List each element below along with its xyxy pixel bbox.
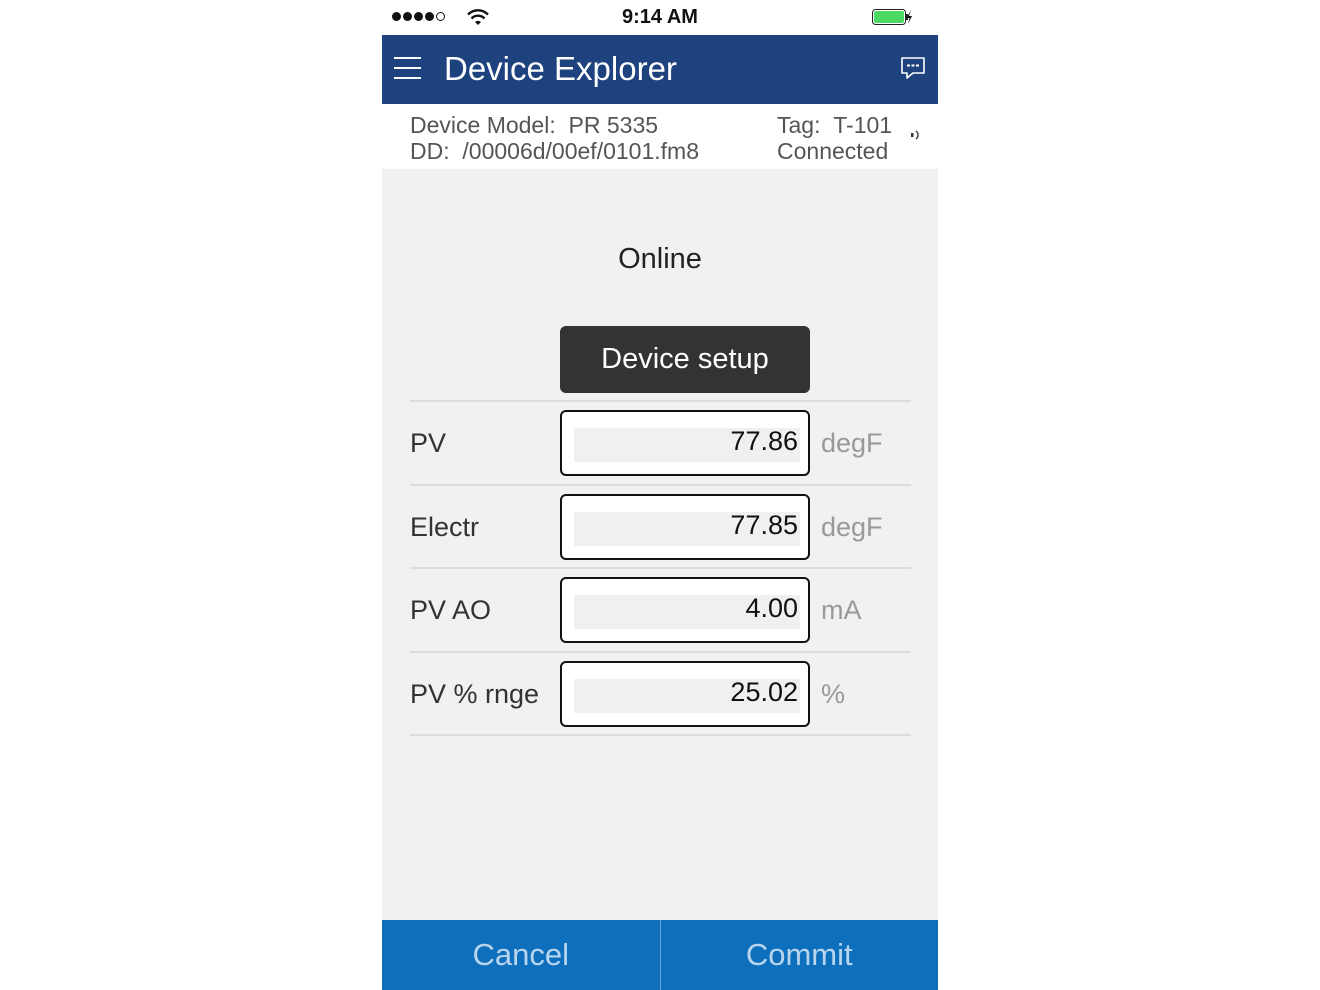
page-title: Device Explorer <box>444 50 677 87</box>
battery-charging-icon <box>872 9 912 25</box>
phone-screen: 9:14 AM Device Explorer Device Model: PR… <box>382 0 938 990</box>
device-model-label: Device Model: <box>410 112 556 138</box>
navigation-bar: Device Explorer <box>382 35 938 104</box>
pv-range-value-field[interactable]: 25.02 <box>560 661 810 727</box>
speaker-icon <box>911 130 919 140</box>
row-label-pv-range: PV % rnge <box>410 679 540 709</box>
device-model-value: PR 5335 <box>568 112 659 138</box>
tag-label: Tag: <box>777 112 821 138</box>
commit-button[interactable]: Commit <box>661 920 939 990</box>
electr-value-field[interactable]: 77.85 <box>560 494 810 560</box>
chat-bubble-icon[interactable] <box>900 55 926 81</box>
electr-unit: degF <box>821 512 883 542</box>
device-info-header: Device Model: PR 5335 DD: /00006d/00ef/0… <box>382 104 938 169</box>
dd-label: DD: <box>410 138 450 164</box>
divider <box>410 484 911 486</box>
row-label-electr: Electr <box>410 512 480 542</box>
divider <box>410 567 911 569</box>
tag-line: Tag: T-101 <box>777 112 892 139</box>
dd-value: /00006d/00ef/0101.fm8 <box>462 138 699 164</box>
pv-range-unit: % <box>821 679 846 709</box>
hamburger-menu-icon[interactable] <box>394 57 421 81</box>
tag-value: T-101 <box>833 112 893 138</box>
pv-ao-value-field[interactable]: 4.00 <box>560 577 810 643</box>
row-label-pv-ao: PV AO <box>410 595 492 625</box>
device-model-line: Device Model: PR 5335 <box>410 112 658 139</box>
status-bar: 9:14 AM <box>382 0 938 35</box>
row-label-pv: PV <box>410 428 447 458</box>
pv-range-value: 25.02 <box>730 677 798 707</box>
status-time: 9:14 AM <box>622 6 698 28</box>
pv-value-field[interactable]: 77.86 <box>560 410 810 476</box>
divider <box>410 651 911 653</box>
pv-value: 77.86 <box>730 426 798 456</box>
pv-unit: degF <box>821 428 883 458</box>
bottom-action-bar: Cancel Commit <box>382 920 938 990</box>
cancel-button[interactable]: Cancel <box>382 920 660 990</box>
divider <box>410 734 911 736</box>
electr-value: 77.85 <box>730 510 798 540</box>
dd-line: DD: /00006d/00ef/0101.fm8 <box>410 138 699 165</box>
device-setup-button[interactable]: Device setup <box>560 326 810 393</box>
divider <box>410 400 911 402</box>
pv-ao-unit: mA <box>821 595 862 625</box>
section-title: Online <box>618 243 702 275</box>
connection-status: Connected <box>777 138 889 164</box>
pv-ao-value: 4.00 <box>745 593 798 623</box>
